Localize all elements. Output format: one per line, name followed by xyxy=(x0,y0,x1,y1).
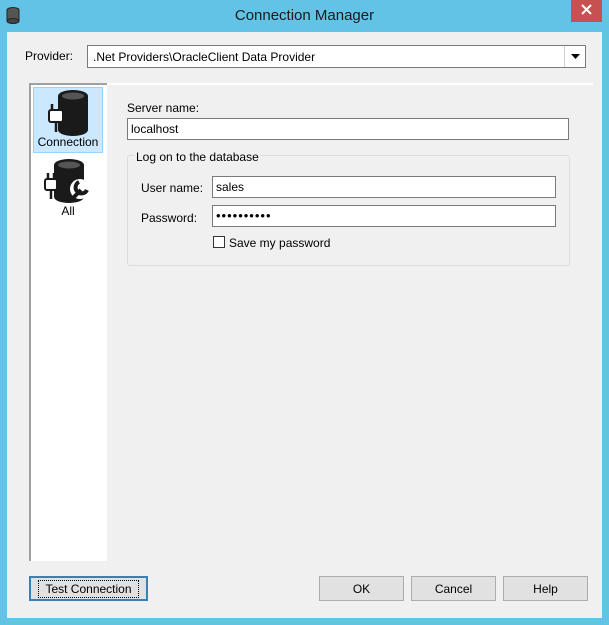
title-bar[interactable]: Connection Manager xyxy=(0,0,609,32)
server-name-input[interactable]: localhost xyxy=(127,118,569,140)
save-password-label[interactable]: Save my password xyxy=(229,236,330,250)
save-password-checkbox[interactable] xyxy=(213,236,225,248)
close-icon xyxy=(581,4,592,18)
help-button[interactable]: Help xyxy=(503,576,588,601)
password-label: Password: xyxy=(141,211,198,225)
close-button[interactable] xyxy=(571,0,602,22)
cancel-button[interactable]: Cancel xyxy=(411,576,496,601)
user-name-label: User name: xyxy=(141,181,204,195)
provider-value: .Net Providers\OracleClient Data Provide… xyxy=(93,50,316,64)
test-connection-button[interactable]: Test Connection xyxy=(29,576,148,601)
nav-item-label: All xyxy=(61,204,75,218)
ok-button[interactable]: OK xyxy=(319,576,404,601)
connection-manager-window: Connection Manager Provider: .Net Provid… xyxy=(0,0,609,625)
user-name-input[interactable]: sales xyxy=(212,176,556,198)
nav-item-connection[interactable]: Connection xyxy=(33,87,103,153)
provider-dropdown[interactable]: .Net Providers\OracleClient Data Provide… xyxy=(87,45,586,68)
password-input[interactable]: •••••••••• xyxy=(212,205,556,227)
window-title: Connection Manager xyxy=(234,7,375,24)
logon-group-title: Log on to the database xyxy=(135,150,260,164)
server-name-label: Server name: xyxy=(127,101,200,115)
provider-label: Provider: xyxy=(25,49,74,63)
test-connection-label: Test Connection xyxy=(38,579,139,598)
nav-item-label: Connection xyxy=(37,135,99,149)
nav-item-all[interactable]: All xyxy=(33,157,103,223)
dropdown-arrow-icon[interactable] xyxy=(564,46,585,67)
database-plug-icon xyxy=(34,88,102,138)
page-navigation-pane: Connection All xyxy=(29,83,107,561)
database-wrench-icon xyxy=(33,157,103,207)
